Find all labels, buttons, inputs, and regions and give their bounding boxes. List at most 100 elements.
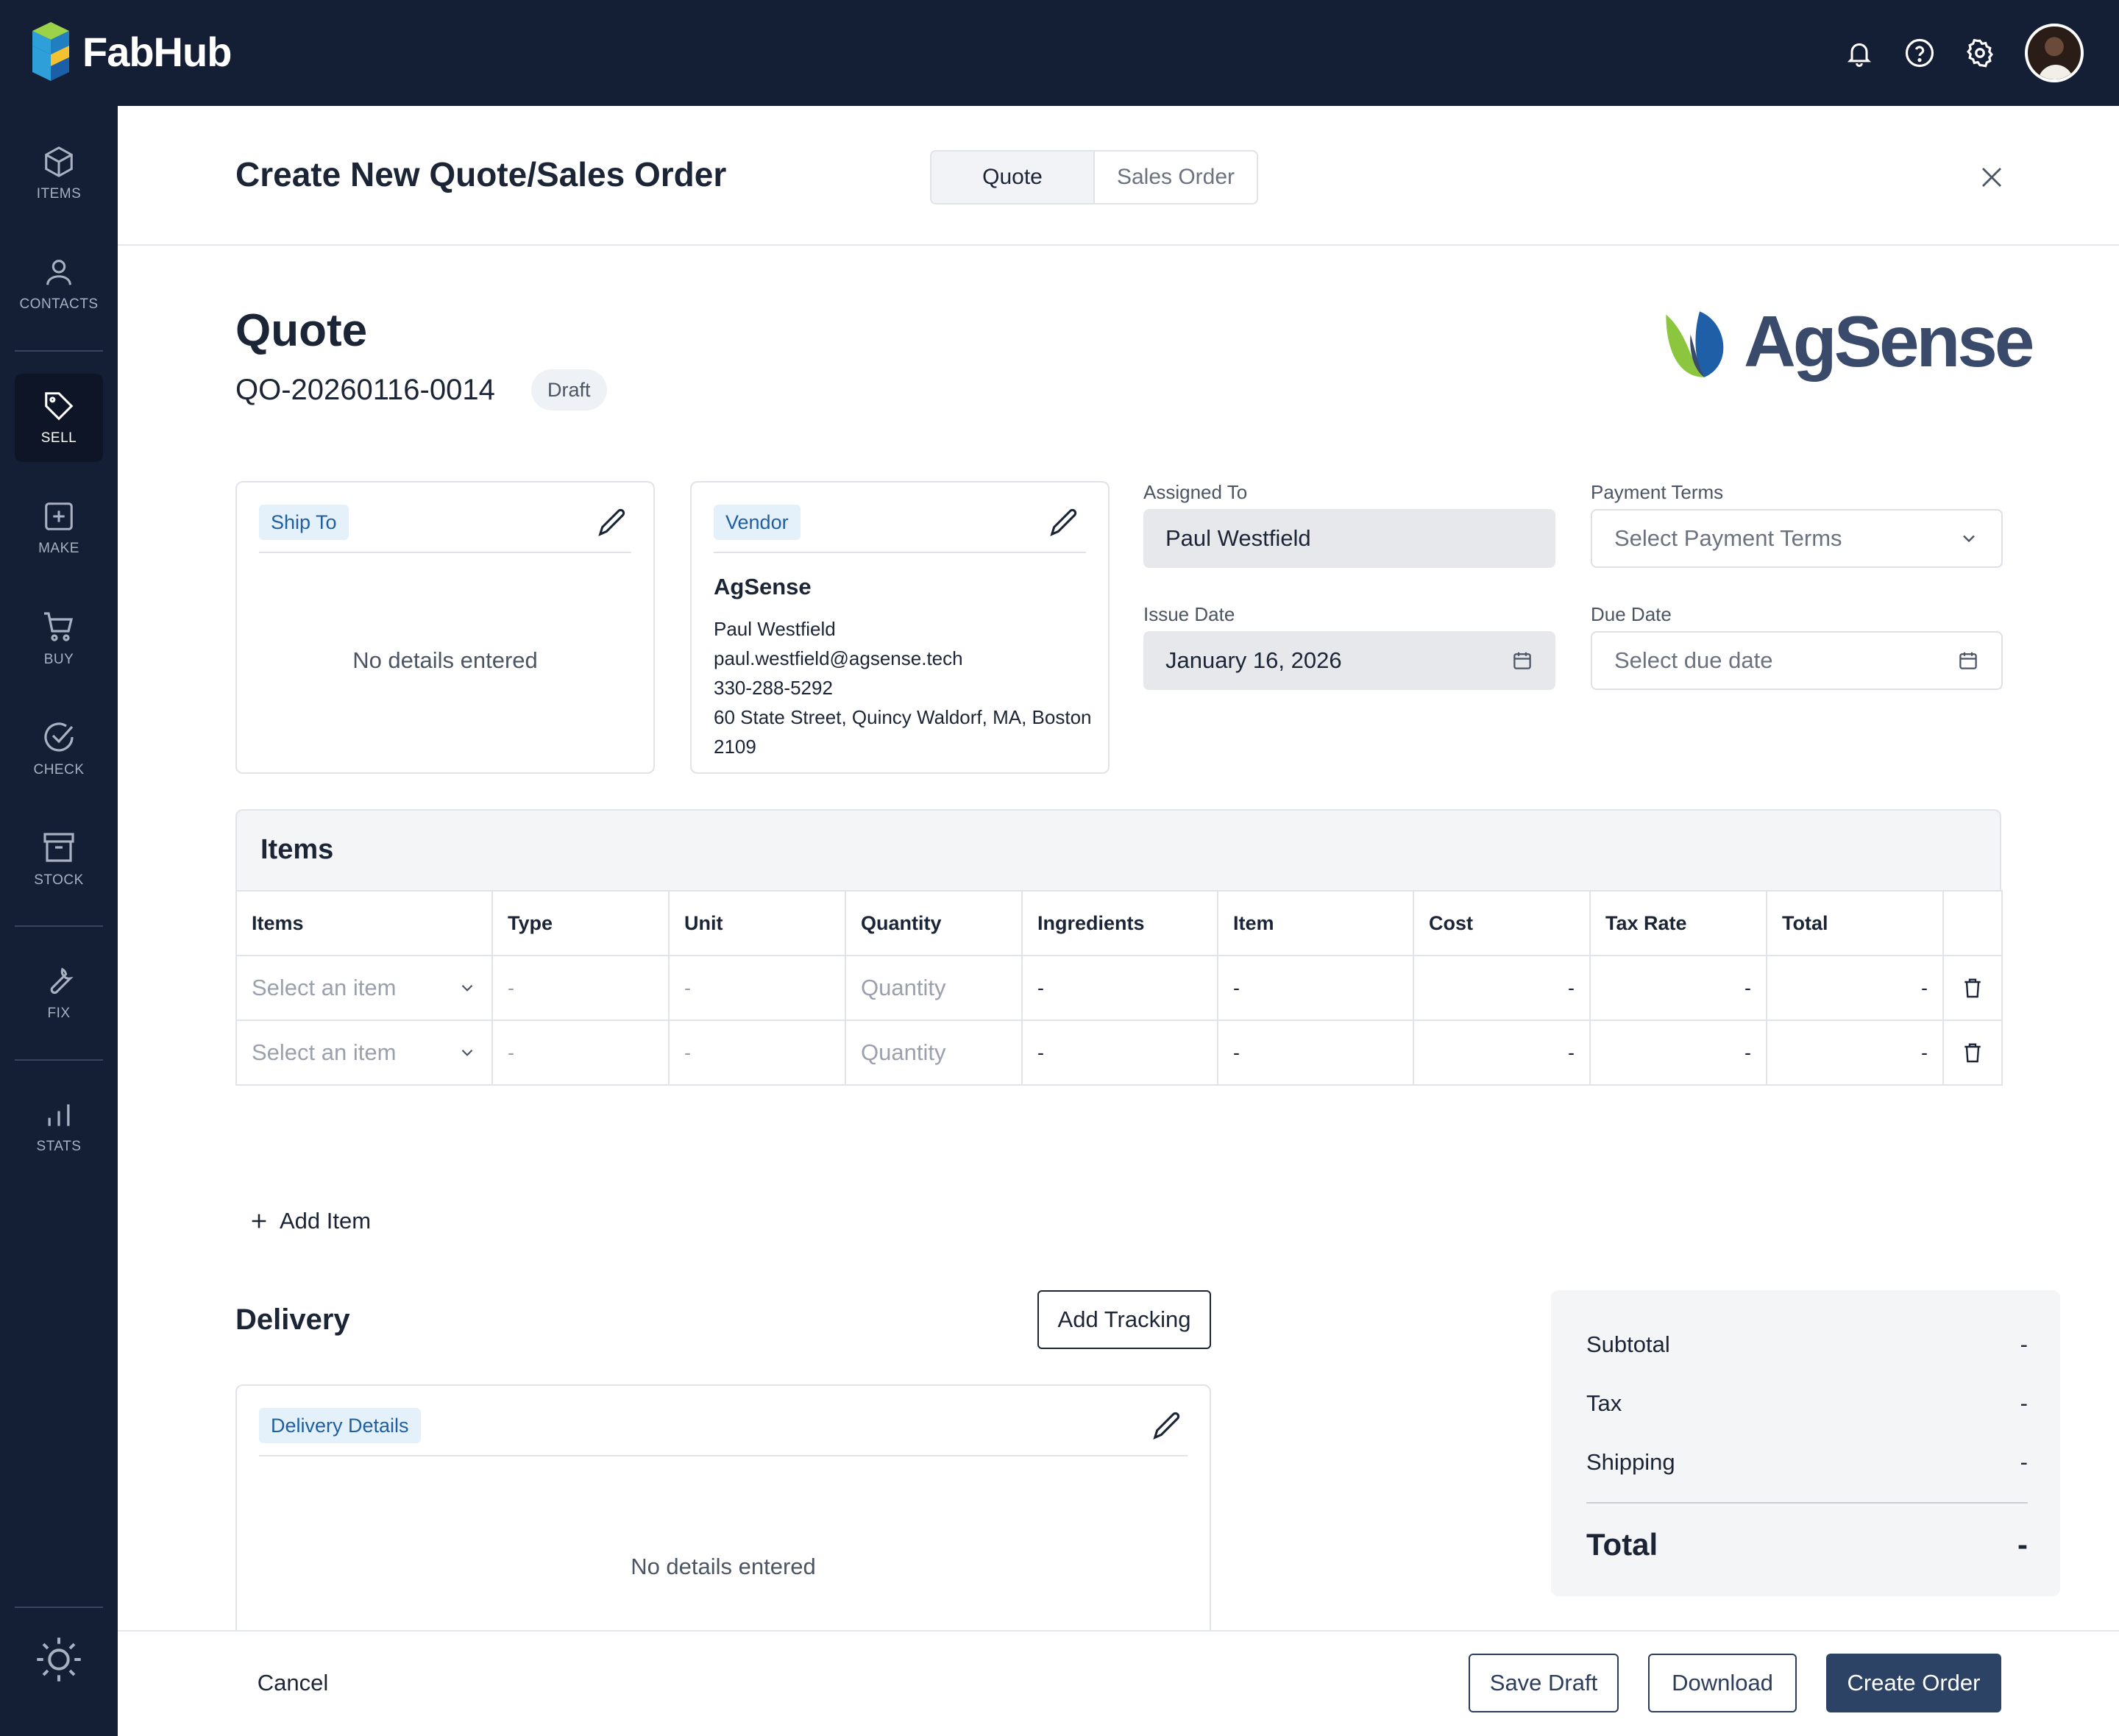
- payment-terms-select[interactable]: Select Payment Terms: [1591, 509, 2003, 568]
- table-row: Select an item - - Quantity - - - - -: [235, 1020, 2003, 1086]
- top-bar: FabHub: [0, 0, 2119, 106]
- delivery-details-tag: Delivery Details: [259, 1408, 421, 1443]
- sidebar-item-contacts[interactable]: CONTACTS: [15, 240, 103, 328]
- card-divider: [714, 552, 1086, 553]
- shipping-label: Shipping: [1586, 1449, 1675, 1475]
- tax-rate-cell: -: [1589, 1020, 1767, 1086]
- column-header: Item: [1217, 890, 1414, 956]
- add-item-button[interactable]: Add Item: [249, 1208, 371, 1234]
- quantity-input[interactable]: Quantity: [845, 1020, 1023, 1086]
- subtotal-row: Subtotal -: [1586, 1331, 2028, 1358]
- sidebar-item-label: STOCK: [34, 872, 84, 888]
- sidebar-item-label: BUY: [43, 652, 74, 667]
- save-draft-button[interactable]: Save Draft: [1469, 1654, 1619, 1712]
- summary-divider: [1586, 1502, 2028, 1504]
- vendor-address: 60 State Street, Quincy Waldorf, MA, Bos…: [714, 706, 1092, 728]
- sidebar-item-stats[interactable]: STATS: [15, 1083, 103, 1171]
- subtotal-label: Subtotal: [1586, 1331, 1670, 1357]
- sidebar-item-fix[interactable]: FIX: [15, 949, 103, 1037]
- brand-name: FabHub: [82, 28, 232, 75]
- edit-ship-to-button[interactable]: [594, 503, 631, 540]
- close-button[interactable]: [1972, 157, 2012, 197]
- ship-to-card: Ship To No details entered: [235, 481, 655, 774]
- edit-delivery-button[interactable]: [1149, 1406, 1186, 1443]
- calendar-icon: [1513, 652, 1531, 669]
- delete-row-cell: [1942, 955, 2003, 1021]
- vendor-name: AgSense: [714, 574, 812, 600]
- sidebar-item-label: MAKE: [38, 541, 79, 556]
- create-order-button[interactable]: Create Order: [1826, 1654, 2001, 1712]
- theme-toggle[interactable]: [15, 1615, 103, 1704]
- item-select-cell[interactable]: Select an item: [235, 1020, 493, 1086]
- sidebar-item-make[interactable]: MAKE: [15, 484, 103, 572]
- subtotal-value: -: [2020, 1331, 2028, 1357]
- item-select[interactable]: Select an item: [252, 975, 477, 1001]
- brand[interactable]: FabHub: [32, 22, 232, 81]
- delivery-empty-text: No details entered: [631, 1554, 816, 1579]
- items-panel: Items: [235, 809, 2001, 890]
- status-badge: Draft: [531, 369, 607, 410]
- sidebar-divider: [15, 925, 103, 927]
- issue-date-field: January 16, 2026: [1143, 631, 1555, 690]
- sidebar-item-sell[interactable]: SELL: [15, 374, 103, 462]
- vendor-contact: Paul Westfield: [714, 618, 836, 640]
- sidebar-item-label: ITEMS: [36, 186, 82, 202]
- sidebar: ITEMS CONTACTS SELL MAKE BUY CHECK STOCK…: [0, 106, 118, 1736]
- type-cell: -: [491, 1020, 670, 1086]
- quantity-input[interactable]: Quantity: [845, 955, 1023, 1021]
- shipping-row: Shipping -: [1586, 1449, 2028, 1476]
- sidebar-item-label: SELL: [40, 430, 77, 446]
- tab-quote[interactable]: Quote: [931, 152, 1095, 203]
- plus-square-icon: [45, 502, 73, 530]
- item-select-cell[interactable]: Select an item: [235, 955, 493, 1021]
- vendor-address-zip: 2109: [714, 736, 756, 758]
- check-circle-icon: [44, 722, 74, 752]
- download-button[interactable]: Download: [1648, 1654, 1797, 1712]
- sun-icon: [37, 1637, 81, 1682]
- pencil-icon: [1050, 508, 1077, 537]
- main-panel: Create New Quote/Sales Order Quote Sales…: [118, 106, 2119, 1736]
- column-header: Items: [235, 890, 493, 956]
- modal-footer: [118, 1630, 2119, 1736]
- sidebar-item-items[interactable]: ITEMS: [15, 129, 103, 218]
- quantity-placeholder: Quantity: [861, 975, 946, 1000]
- issue-date-label: Issue Date: [1143, 603, 1235, 625]
- document-number: QO-20260116-0014: [235, 374, 495, 406]
- avatar[interactable]: [2025, 24, 2084, 82]
- item-cell: -: [1217, 955, 1414, 1021]
- delete-row-button[interactable]: [1959, 976, 1987, 1000]
- edit-vendor-button[interactable]: [1046, 503, 1083, 540]
- sidebar-item-label: CONTACTS: [19, 296, 99, 312]
- chevron-down-icon: [461, 984, 473, 992]
- vendor-tag: Vendor: [714, 505, 801, 540]
- item-select[interactable]: Select an item: [252, 1039, 477, 1066]
- add-tracking-button[interactable]: Add Tracking: [1037, 1290, 1211, 1349]
- item-cell: -: [1217, 1020, 1414, 1086]
- delete-row-button[interactable]: [1959, 1041, 1987, 1064]
- payment-terms-label: Payment Terms: [1591, 481, 1724, 503]
- tab-sales-order[interactable]: Sales Order: [1095, 152, 1257, 203]
- ship-to-empty-text: No details entered: [352, 647, 538, 673]
- tax-rate-cell: -: [1589, 955, 1767, 1021]
- sidebar-item-label: STATS: [36, 1139, 82, 1154]
- help-icon[interactable]: [1904, 38, 1935, 68]
- ship-to-tag: Ship To: [259, 505, 349, 540]
- bar-chart-icon: [48, 1104, 70, 1126]
- sidebar-item-check[interactable]: CHECK: [15, 705, 103, 793]
- gear-icon[interactable]: [1964, 38, 1995, 68]
- table-header-row: Items Type Unit Quantity Ingredients Ite…: [235, 890, 2003, 956]
- person-icon: [46, 260, 71, 285]
- sidebar-item-buy[interactable]: BUY: [15, 594, 103, 683]
- column-header-actions: [1942, 890, 2003, 956]
- pencil-icon: [1153, 1412, 1180, 1440]
- type-cell: -: [491, 955, 670, 1021]
- document-title: Quote: [235, 305, 368, 356]
- due-date-picker[interactable]: Select due date: [1591, 631, 2003, 690]
- assigned-to-field: Paul Westfield: [1143, 509, 1555, 568]
- bell-icon[interactable]: [1844, 38, 1875, 68]
- document-type-toggle: Quote Sales Order: [930, 150, 1258, 204]
- sidebar-divider: [15, 1607, 103, 1608]
- cancel-button[interactable]: Cancel: [235, 1654, 350, 1712]
- sidebar-item-stock[interactable]: STOCK: [15, 815, 103, 903]
- item-select-placeholder: Select an item: [252, 1039, 397, 1065]
